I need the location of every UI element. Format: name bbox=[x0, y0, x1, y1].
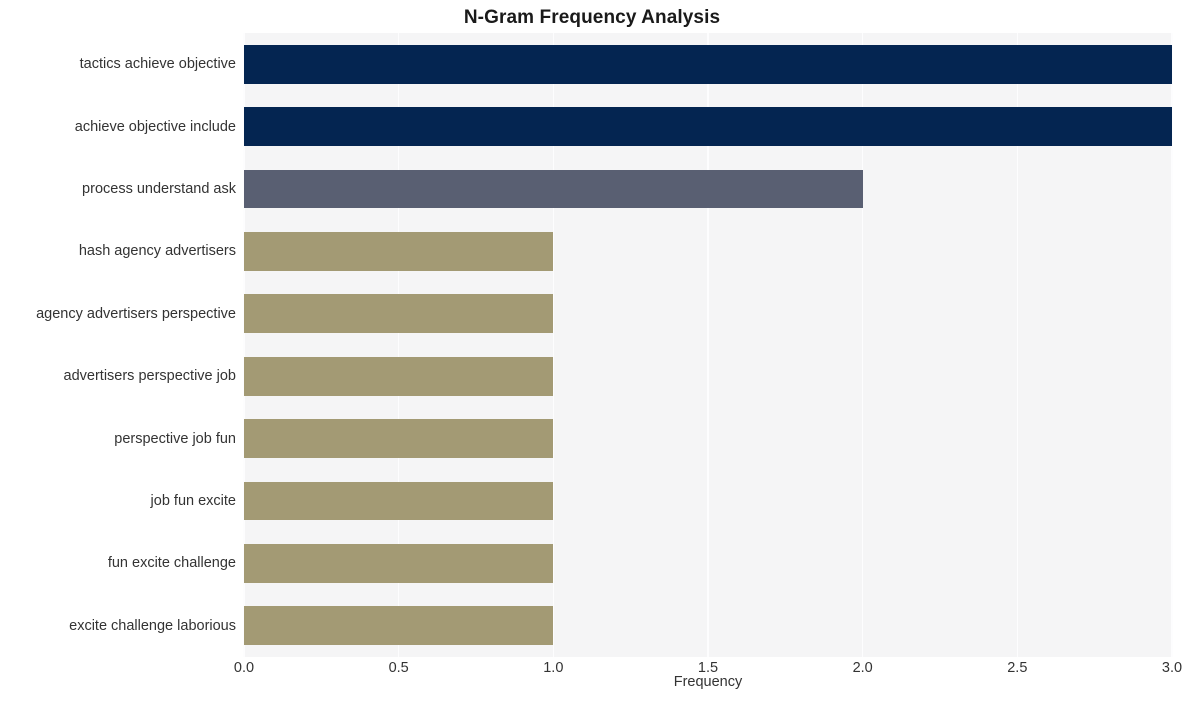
plot-area bbox=[243, 33, 1173, 657]
chart-figure: N-Gram Frequency Analysis tactics achiev… bbox=[0, 0, 1184, 701]
bar-9[interactable] bbox=[244, 606, 554, 646]
bar-3[interactable] bbox=[244, 232, 554, 271]
y-axis-tick-labels: tactics achieve objective achieve objecti… bbox=[0, 33, 236, 657]
bar-series bbox=[244, 33, 1172, 657]
y-tick-label-5: advertisers perspective job bbox=[63, 368, 236, 385]
y-tick-label-0: tactics achieve objective bbox=[79, 56, 236, 73]
y-tick-label-3: hash agency advertisers bbox=[78, 243, 236, 260]
bar-row bbox=[244, 169, 1172, 209]
bar-0[interactable] bbox=[244, 44, 1172, 84]
bar-row bbox=[244, 419, 1172, 458]
y-tick-label-4: agency advertisers perspective bbox=[36, 305, 236, 322]
chart-title: N-Gram Frequency Analysis bbox=[463, 7, 721, 28]
bar-6[interactable] bbox=[244, 419, 554, 458]
bar-2[interactable] bbox=[244, 169, 863, 209]
y-tick-label-6: perspective job fun bbox=[114, 430, 236, 447]
bar-row bbox=[244, 44, 1172, 84]
bar-4[interactable] bbox=[244, 294, 554, 334]
y-tick-label-8: fun excite challenge bbox=[107, 555, 236, 572]
bar-7[interactable] bbox=[244, 481, 554, 521]
y-tick-label-7: job fun excite bbox=[150, 493, 236, 509]
bar-row bbox=[244, 294, 1172, 334]
bar-8[interactable] bbox=[244, 544, 554, 583]
bar-row bbox=[244, 107, 1172, 146]
bar-row bbox=[244, 606, 1172, 646]
bar-5[interactable] bbox=[244, 356, 554, 396]
bar-row bbox=[244, 232, 1172, 271]
y-tick-label-2: process understand ask bbox=[82, 181, 236, 197]
bar-row bbox=[244, 481, 1172, 521]
bar-1[interactable] bbox=[244, 107, 1172, 146]
bar-row bbox=[244, 356, 1172, 396]
y-tick-label-9: excite challenge laborious bbox=[69, 617, 236, 634]
y-tick-label-1: achieve objective include bbox=[74, 118, 236, 135]
x-axis-title: Frequency bbox=[673, 674, 743, 690]
bar-row bbox=[244, 544, 1172, 583]
